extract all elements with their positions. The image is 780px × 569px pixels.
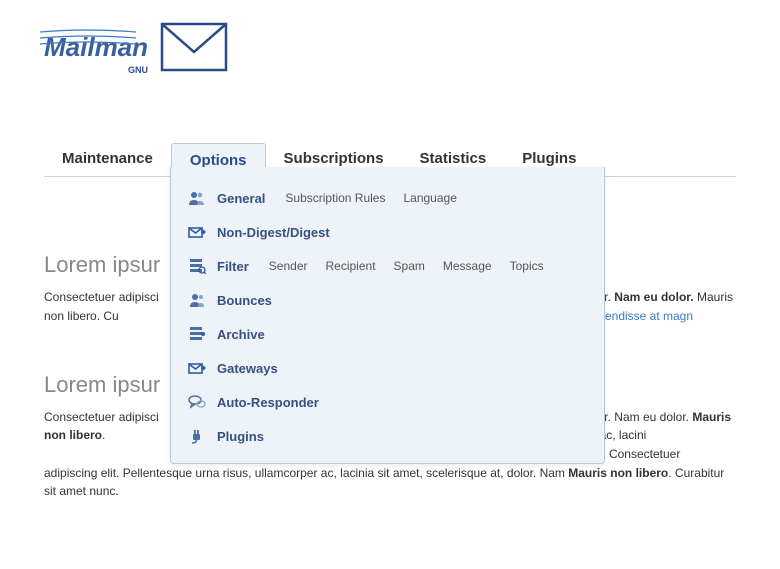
menu-item-filter[interactable]: Filter Sender Recipient Spam Message Top… xyxy=(187,249,588,283)
plug-icon xyxy=(187,427,207,445)
menu-label: General xyxy=(217,191,265,206)
logo-motion-lines xyxy=(38,28,138,48)
user-icon xyxy=(187,189,207,207)
logo-sub: GNU xyxy=(128,65,148,75)
sub-language[interactable]: Language xyxy=(403,191,456,205)
menu-item-bounces[interactable]: Bounces xyxy=(187,283,588,317)
envelope-icon xyxy=(154,16,234,78)
sub-message[interactable]: Message xyxy=(443,259,492,273)
menu-item-autoresponder[interactable]: Auto-Responder xyxy=(187,385,588,419)
filter-icon xyxy=(187,257,207,275)
menu-item-general[interactable]: General Subscription Rules Language xyxy=(187,181,588,215)
chat-bubbles-icon xyxy=(187,393,207,411)
menu-label: Filter xyxy=(217,259,249,274)
logo-brand: Mailman GNU xyxy=(44,32,148,63)
menu-label: Archive xyxy=(217,327,265,342)
options-dropdown: General Subscription Rules Language Non-… xyxy=(170,167,605,464)
menu-label: Plugins xyxy=(217,429,264,444)
sub-topics[interactable]: Topics xyxy=(510,259,544,273)
sub-subscription-rules[interactable]: Subscription Rules xyxy=(285,191,385,205)
menu-item-gateways[interactable]: Gateways xyxy=(187,351,588,385)
sub-recipient[interactable]: Recipient xyxy=(326,259,376,273)
mail-arrow-icon xyxy=(187,359,207,377)
menu-item-digest[interactable]: Non-Digest/Digest xyxy=(187,215,588,249)
sub-spam[interactable]: Spam xyxy=(394,259,425,273)
menu-label: Gateways xyxy=(217,361,278,376)
envelope-out-icon xyxy=(187,223,207,241)
menu-label: Bounces xyxy=(217,293,272,308)
app-logo: Mailman GNU xyxy=(44,16,234,78)
sub-sender[interactable]: Sender xyxy=(269,259,308,273)
tab-maintenance[interactable]: Maintenance xyxy=(44,142,171,176)
users-icon xyxy=(187,291,207,309)
menu-item-plugins[interactable]: Plugins xyxy=(187,419,588,453)
menu-item-archive[interactable]: Archive xyxy=(187,317,588,351)
menu-label: Auto-Responder xyxy=(217,395,319,410)
archive-icon xyxy=(187,325,207,343)
menu-label: Non-Digest/Digest xyxy=(217,225,330,240)
